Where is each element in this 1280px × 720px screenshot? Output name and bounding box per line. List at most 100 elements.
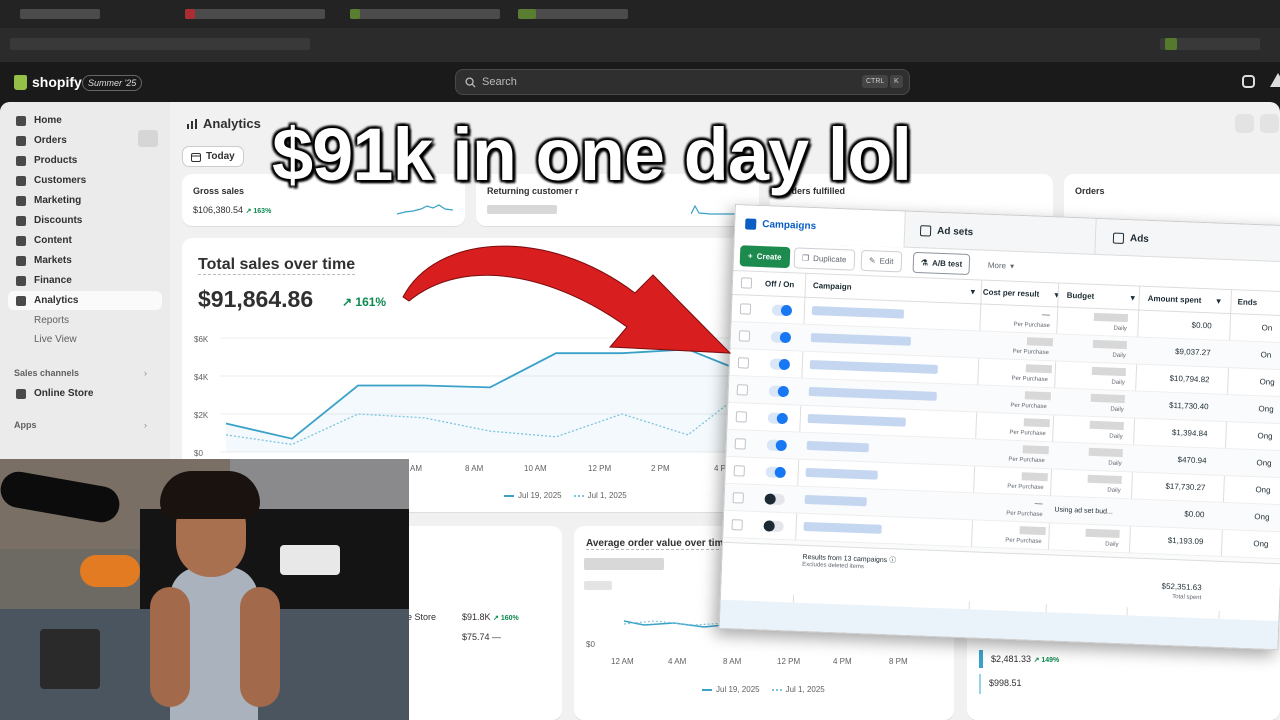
browser-tab-strip [0,0,1280,62]
tab-campaigns[interactable]: Campaigns [745,213,817,236]
grid-icon [919,224,932,237]
more-button[interactable]: More ▾ [980,254,1022,278]
edition-badge: Summer '25 [82,75,143,91]
cost-per-result-sub: Per Purchase [1009,429,1046,438]
campaign-name[interactable] [811,306,905,319]
sidebar-item-markets[interactable]: Markets [8,251,162,270]
copy-icon: ❐ [801,253,810,263]
sort-caret-icon[interactable]: ▾ [1131,293,1135,302]
duplicate-button[interactable]: ❐ Duplicate [793,247,855,271]
amount-spent: $0.00 [1184,509,1205,520]
campaign-toggle[interactable] [771,304,793,317]
row-checkbox[interactable] [732,492,744,504]
campaign-name[interactable] [803,521,882,534]
calendar-icon [191,152,201,162]
campaign-toggle[interactable] [764,493,785,506]
campaign-name[interactable] [809,359,938,374]
tab-ad-sets[interactable]: Ad sets [919,220,974,242]
campaign-toggle[interactable] [769,358,791,371]
campaign-name[interactable] [805,467,878,480]
campaign-toggle[interactable] [763,520,784,533]
tab-ads[interactable]: Ads [1112,228,1150,249]
budget-sub: Daily [1108,460,1122,468]
chart-legend: Jul 19, 2025 Jul 1, 2025 [702,685,825,694]
campaign-toggle[interactable] [767,412,789,425]
row-checkbox[interactable] [735,411,748,423]
amount-spent: $1,193.09 [1167,535,1204,547]
create-button[interactable]: + Create [739,245,790,269]
budget-sub: Daily [1111,379,1125,387]
sort-caret-icon[interactable]: ▾ [971,287,975,296]
orders-count-badge [138,130,158,147]
sort-caret-icon[interactable]: ▾ [1216,297,1220,306]
card-title[interactable]: Average order value over time [586,538,730,550]
sidebar-item-content[interactable]: Content [8,231,162,250]
analytics-icon [187,118,197,129]
sidebar-item-marketing[interactable]: Marketing [8,191,162,210]
budget-note: Using ad set bud... [1054,506,1113,516]
sidebar-item-products[interactable]: Products [8,151,162,170]
sidebar-item-live-view[interactable]: Live View [8,330,162,349]
sidebar-item-reports[interactable]: Reports [8,311,162,330]
search-input[interactable]: Search CTRL K [455,69,910,95]
chart-legend: Jul 19, 2025 Jul 1, 2025 [504,491,627,500]
edit-button[interactable]: ✎ Edit [860,249,902,273]
sales-channels-heading[interactable]: Sales channels [14,368,79,378]
campaign-name[interactable] [810,333,912,346]
sidebar-item-customers[interactable]: Customers [8,171,162,190]
info-icon[interactable]: ⓘ [889,557,896,564]
sidebar-item-finance[interactable]: Finance [8,271,162,290]
sidebar-item-online-store[interactable]: Online Store [8,384,162,403]
budget-sub: Daily [1110,406,1124,414]
amount-spent: $1,394.84 [1171,427,1208,439]
row-checkbox[interactable] [734,438,747,450]
globe-icon [16,255,26,266]
row-checkbox[interactable] [731,519,743,531]
cost-per-result-sub: Per Purchase [1005,537,1042,546]
campaign-toggle[interactable] [768,385,790,398]
kbd-ctrl: CTRL [862,75,889,88]
expand-icon[interactable] [1260,114,1279,133]
person-hair [160,471,260,519]
orders-icon [16,135,26,146]
refresh-icon[interactable] [1235,114,1254,133]
amount-spent: $10,794.82 [1169,373,1210,385]
ads-manager-screenshot: Campaigns Ad sets Ads + Create ❐ Duplicat… [718,204,1280,651]
x-tick: 2 PM [651,464,670,473]
campaign-name[interactable] [806,440,869,453]
discount-icon [16,215,26,226]
flask-icon: ⚗ [920,258,929,268]
row-checkbox[interactable] [736,384,749,396]
shopify-logo[interactable]: shopify [14,74,82,90]
amount-spent: $17,730.27 [1165,481,1206,493]
campaign-toggle[interactable] [770,331,792,344]
sidebar-item-home[interactable]: Home [8,111,162,130]
sidebar-item-analytics[interactable]: Analytics [8,291,162,310]
search-icon [465,76,476,88]
chevron-right-icon[interactable]: › [144,420,147,430]
campaign-name[interactable] [804,494,867,507]
row-checkbox[interactable] [733,465,745,477]
campaign-toggle[interactable] [766,439,787,452]
card-title[interactable]: Total sales over time [198,256,356,275]
ab-test-button[interactable]: ⚗ A/B test [912,251,971,276]
sparkline [397,204,453,215]
cost-per-result-sub: Per Purchase [1008,456,1045,465]
apps-heading[interactable]: Apps [14,420,37,430]
ads-table-body: — Per Purchase Daily $0.00 On Per Purchase Dai… [722,294,1280,587]
chevron-right-icon[interactable]: › [144,368,147,378]
notification-icon[interactable] [1270,73,1280,87]
sidebar-item-discounts[interactable]: Discounts [8,211,162,230]
metric-value: $106,380.54 ↗ 163% [193,205,272,215]
amount-spent: $470.94 [1177,455,1207,466]
bank-icon [16,275,26,286]
date-range-button[interactable]: Today [182,146,244,167]
campaign-toggle[interactable] [765,466,786,479]
store-icon[interactable] [1242,75,1255,88]
y-tick: $6K [194,335,209,344]
ends-value: Ong [1259,377,1275,387]
cost-per-result-sub: Per Purchase [1006,510,1043,519]
video-caption: $91k in one day lol [272,113,912,196]
campaign-name[interactable] [807,413,906,427]
campaign-name[interactable] [808,386,937,401]
